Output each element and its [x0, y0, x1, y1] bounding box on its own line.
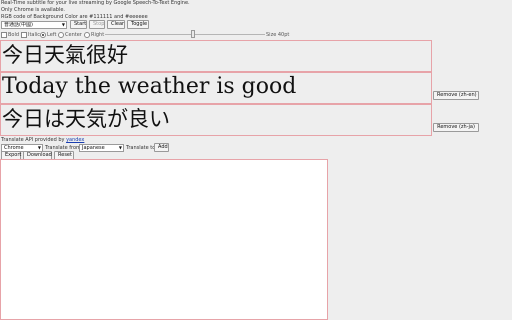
italic-checkbox[interactable] [21, 32, 27, 38]
start-button[interactable]: Start [70, 20, 87, 29]
clear-button[interactable]: Clear [107, 20, 125, 29]
export-textarea[interactable] [0, 159, 328, 320]
size-label: Size 40pt [266, 32, 290, 38]
translate-from-select[interactable]: Japanese ▼ [79, 144, 124, 152]
yandex-link[interactable]: yandex [66, 137, 84, 143]
translate-to-label: Translate to [126, 145, 156, 151]
align-center-label: Center [65, 32, 82, 38]
remove-zh-ja-button[interactable]: Remove (zh-ja) [433, 123, 479, 132]
translate-api-prefix: Translate API provided by [1, 137, 65, 143]
language-select-value: 普通話(中國) [4, 22, 33, 28]
align-right-radio[interactable] [84, 32, 90, 38]
subtitle-text-original: 今日天氣很好 [2, 43, 128, 67]
bold-label: Bold [8, 32, 20, 38]
stop-button[interactable]: Stop [89, 20, 105, 29]
remove-zh-en-button[interactable]: Remove (zh-en) [433, 91, 479, 100]
language-select[interactable]: 普通話(中國) ▼ [1, 21, 67, 29]
subtitle-text-english: Today the weather is good [2, 74, 297, 99]
subtitle-box-japanese: 今日は天気が良い [0, 104, 432, 136]
align-right-label: Right [91, 32, 105, 38]
toggle-button[interactable]: Toggle [127, 20, 149, 29]
subtitle-box-english: Today the weather is good [0, 72, 432, 104]
chevron-down-icon: ▼ [118, 145, 122, 150]
align-left-label: Left [47, 32, 57, 38]
size-slider-track[interactable] [105, 34, 265, 35]
subtitle-text-japanese: 今日は天気が良い [2, 107, 170, 131]
align-center-radio[interactable] [58, 32, 64, 38]
size-slider-thumb[interactable] [191, 30, 195, 38]
bold-checkbox[interactable] [1, 32, 7, 38]
align-left-radio[interactable] [40, 32, 46, 38]
translate-from-value: Japanese [82, 145, 105, 151]
info-line-1: Real-Time subtitle for your live streami… [1, 0, 190, 6]
chevron-down-icon: ▼ [61, 22, 65, 27]
add-translation-button[interactable]: Add [154, 143, 169, 152]
info-line-2: Only Chrome is available. [1, 7, 65, 13]
subtitle-box-original: 今日天氣很好 [0, 40, 432, 72]
translate-api-credit: Translate API provided by yandex [1, 137, 84, 143]
italic-label: Italic [28, 32, 41, 38]
